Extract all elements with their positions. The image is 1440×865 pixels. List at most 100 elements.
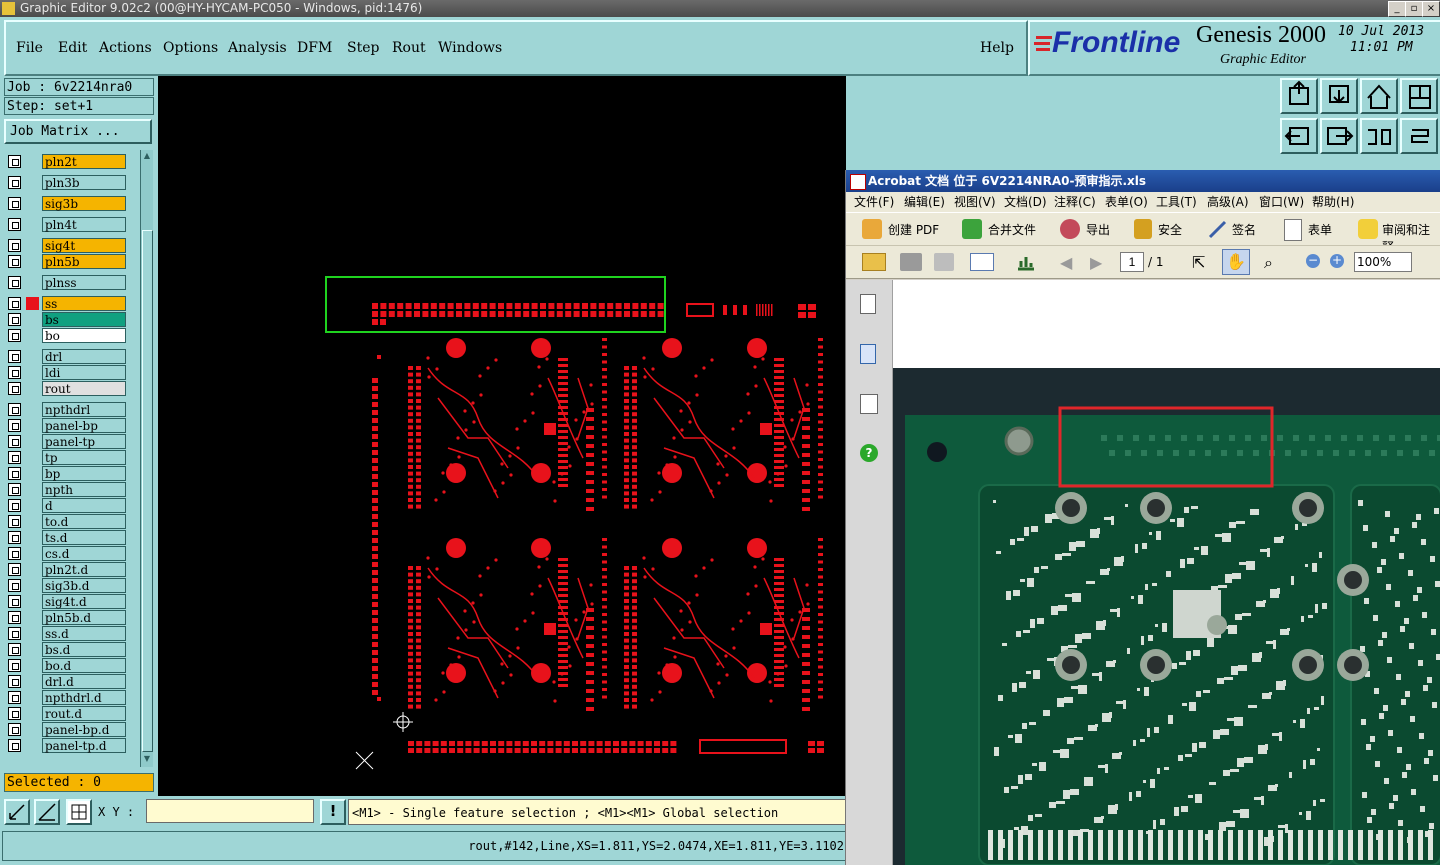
layer-name[interactable]: tp bbox=[42, 450, 126, 465]
layer-checkbox[interactable] bbox=[8, 675, 21, 688]
layer-checkbox[interactable] bbox=[8, 531, 21, 544]
layer-name[interactable]: bs bbox=[42, 312, 126, 327]
prev-page-icon[interactable]: ◀ bbox=[1060, 253, 1072, 272]
layer-checkbox[interactable] bbox=[8, 197, 21, 210]
acro-menu-edit[interactable]: 编辑(E) bbox=[904, 192, 945, 212]
layer-name[interactable]: d bbox=[42, 498, 126, 513]
save-disk-icon[interactable] bbox=[934, 253, 954, 271]
layer-checkbox[interactable] bbox=[8, 691, 21, 704]
alert-icon[interactable]: ! bbox=[320, 799, 346, 825]
layer-name[interactable]: plnss bbox=[42, 275, 126, 290]
layer-name[interactable]: ldi bbox=[42, 365, 126, 380]
acro-menu-window[interactable]: 窗口(W) bbox=[1259, 192, 1304, 212]
layer-checkbox[interactable] bbox=[8, 329, 21, 342]
xy-input[interactable] bbox=[146, 799, 314, 823]
layer-checkbox[interactable] bbox=[8, 483, 21, 496]
email-icon[interactable] bbox=[970, 253, 994, 271]
layer-name[interactable]: sig3b bbox=[42, 196, 126, 211]
maximize-button[interactable]: ▫ bbox=[1405, 1, 1423, 17]
layer-checkbox[interactable] bbox=[8, 515, 21, 528]
layer-checkbox[interactable] bbox=[8, 218, 21, 231]
acro-menu-tools[interactable]: 工具(T) bbox=[1156, 192, 1197, 212]
minimize-button[interactable]: _ bbox=[1388, 1, 1406, 17]
layer-name[interactable]: rout.d bbox=[42, 706, 126, 721]
layer-name[interactable]: npthdrl bbox=[42, 402, 126, 417]
zoom-out-icon[interactable]: − bbox=[1306, 254, 1320, 268]
layer-checkbox[interactable] bbox=[8, 155, 21, 168]
scroll-thumb[interactable] bbox=[142, 230, 153, 752]
layer-name[interactable]: bo bbox=[42, 328, 126, 343]
layer-name[interactable]: bs.d bbox=[42, 642, 126, 657]
layer-checkbox[interactable] bbox=[8, 276, 21, 289]
open-folder-icon[interactable] bbox=[862, 253, 886, 271]
layer-name[interactable]: panel-tp.d bbox=[42, 738, 126, 753]
layer-checkbox[interactable] bbox=[8, 723, 21, 736]
acro-menu-view[interactable]: 视图(V) bbox=[954, 192, 996, 212]
layer-checkbox[interactable] bbox=[8, 611, 21, 624]
layer-checkbox[interactable] bbox=[8, 739, 21, 752]
layer-checkbox[interactable] bbox=[8, 451, 21, 464]
layer-checkbox[interactable] bbox=[8, 499, 21, 512]
menu-windows[interactable]: Windows bbox=[438, 40, 502, 56]
layer-checkbox[interactable] bbox=[8, 239, 21, 252]
select-cursor-icon[interactable]: ⇱ bbox=[1192, 253, 1205, 272]
acro-menu-help[interactable]: 帮助(H) bbox=[1312, 192, 1354, 212]
layer-checkbox[interactable] bbox=[8, 297, 21, 310]
graphic-canvas[interactable] bbox=[158, 76, 846, 796]
job-matrix-button[interactable]: Job Matrix ... bbox=[4, 119, 152, 144]
layer-name[interactable]: pln5b.d bbox=[42, 610, 126, 625]
layer-name[interactable]: drl bbox=[42, 349, 126, 364]
pdf-page[interactable] bbox=[893, 280, 1440, 865]
layer-name[interactable]: npth bbox=[42, 482, 126, 497]
scroll-down-icon[interactable]: ▼ bbox=[142, 754, 152, 764]
zoom-tool-icon[interactable] bbox=[4, 799, 30, 825]
scroll-up-icon[interactable]: ▲ bbox=[142, 151, 152, 161]
layer-checkbox[interactable] bbox=[8, 707, 21, 720]
menu-edit[interactable]: Edit bbox=[58, 40, 87, 56]
pages-panel-icon[interactable] bbox=[860, 294, 876, 314]
layer-checkbox[interactable] bbox=[8, 255, 21, 268]
layer-name[interactable]: panel-bp bbox=[42, 418, 126, 433]
page-number-input[interactable] bbox=[1120, 252, 1144, 272]
layer-name[interactable]: ss bbox=[42, 296, 126, 311]
menu-file[interactable]: File bbox=[16, 40, 43, 56]
layer-checkbox[interactable] bbox=[8, 643, 21, 656]
layer-name[interactable]: sig4t.d bbox=[42, 594, 126, 609]
layer-checkbox[interactable] bbox=[8, 467, 21, 480]
layer-checkbox[interactable] bbox=[8, 659, 21, 672]
layer-name[interactable]: npthdrl.d bbox=[42, 690, 126, 705]
acro-menu-forms[interactable]: 表单(O) bbox=[1105, 192, 1148, 212]
forms-button[interactable]: 表单 bbox=[1308, 221, 1332, 238]
signatures-panel-icon[interactable] bbox=[860, 394, 878, 414]
layer-checkbox[interactable] bbox=[8, 579, 21, 592]
layer-checkbox[interactable] bbox=[8, 595, 21, 608]
menu-rout[interactable]: Rout bbox=[392, 40, 426, 56]
measure-tool-icon[interactable] bbox=[34, 799, 60, 825]
menu-help[interactable]: Help bbox=[980, 40, 1014, 56]
layer-color-swatch[interactable] bbox=[26, 297, 39, 310]
acro-menu-comments[interactable]: 注释(C) bbox=[1054, 192, 1096, 212]
layer-name[interactable]: bp bbox=[42, 466, 126, 481]
menu-actions[interactable]: Actions bbox=[99, 40, 152, 56]
combine-files-button[interactable]: 合并文件 bbox=[988, 221, 1036, 238]
help-panel-icon[interactable]: ? bbox=[860, 444, 878, 462]
layer-checkbox[interactable] bbox=[8, 419, 21, 432]
hand-tool-icon[interactable]: ✋ bbox=[1222, 249, 1250, 275]
chart-icon[interactable] bbox=[1016, 253, 1036, 271]
layer-name[interactable]: ts.d bbox=[42, 530, 126, 545]
layer-checkbox[interactable] bbox=[8, 435, 21, 448]
menu-step[interactable]: Step bbox=[347, 40, 379, 56]
layer-checkbox[interactable] bbox=[8, 313, 21, 326]
zoom-select[interactable]: 100% bbox=[1354, 252, 1412, 272]
acro-menu-advanced[interactable]: 高级(A) bbox=[1207, 192, 1249, 212]
snap-grid-icon[interactable] bbox=[66, 799, 92, 825]
acro-menu-document[interactable]: 文档(D) bbox=[1004, 192, 1047, 212]
layer-checkbox[interactable] bbox=[8, 403, 21, 416]
create-pdf-button[interactable]: 创建 PDF bbox=[888, 221, 939, 238]
export-button[interactable]: 导出 bbox=[1086, 221, 1110, 238]
layer-name[interactable]: pln3b bbox=[42, 175, 126, 190]
menu-dfm[interactable]: DFM bbox=[297, 40, 332, 56]
print-icon[interactable] bbox=[900, 253, 922, 271]
layer-name[interactable]: pln4t bbox=[42, 217, 126, 232]
layer-checkbox[interactable] bbox=[8, 563, 21, 576]
